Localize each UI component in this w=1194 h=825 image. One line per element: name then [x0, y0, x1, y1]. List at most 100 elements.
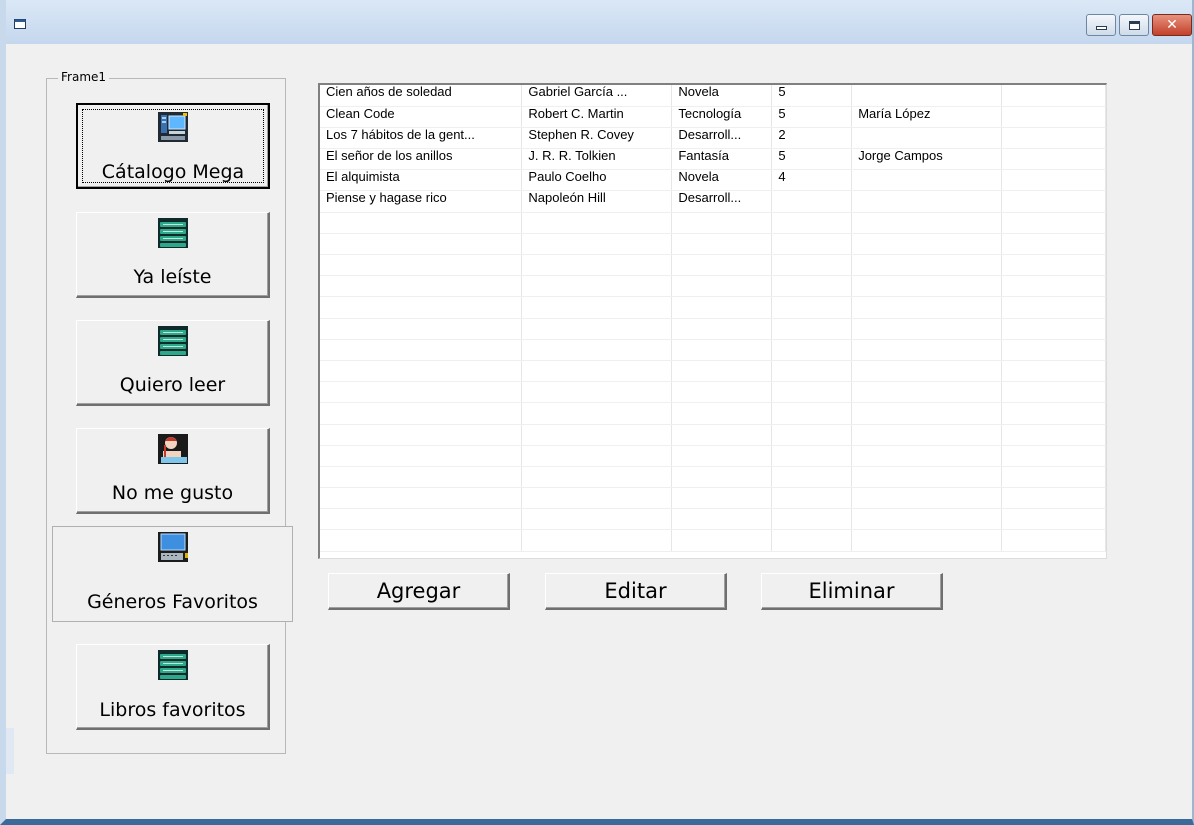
- catalogo-mega-button[interactable]: Cátalogo Mega: [76, 103, 270, 189]
- table-cell[interactable]: Clean Code: [320, 106, 523, 128]
- table-row[interactable]: [320, 296, 1106, 319]
- table-cell[interactable]: [671, 318, 773, 340]
- title-bar[interactable]: ✕: [6, 0, 1192, 44]
- table-cell[interactable]: [521, 275, 673, 298]
- table-row[interactable]: Piense y hagase rico Napoleón Hill Desarro…: [320, 190, 1106, 213]
- table-cell[interactable]: [320, 275, 523, 298]
- table-cell[interactable]: [1001, 190, 1106, 213]
- table-cell[interactable]: [771, 424, 853, 446]
- table-row[interactable]: [320, 508, 1106, 531]
- table-cell[interactable]: [851, 275, 1003, 298]
- editar-button[interactable]: Editar: [545, 573, 727, 610]
- table-cell[interactable]: [851, 445, 1003, 467]
- table-cell[interactable]: [771, 466, 853, 489]
- table-cell[interactable]: [671, 254, 773, 277]
- table-cell[interactable]: El alquimista: [320, 169, 523, 192]
- table-cell[interactable]: [771, 190, 853, 213]
- table-cell[interactable]: [320, 508, 523, 531]
- table-cell[interactable]: [1001, 381, 1106, 404]
- table-row[interactable]: [320, 529, 1106, 552]
- eliminar-button[interactable]: Eliminar: [761, 573, 943, 610]
- table-cell[interactable]: Gabriel García ...: [521, 85, 673, 107]
- table-cell[interactable]: [1001, 169, 1106, 192]
- minimize-button[interactable]: [1086, 14, 1116, 36]
- table-cell[interactable]: Piense y hagase rico: [320, 190, 523, 213]
- table-row[interactable]: [320, 381, 1106, 404]
- table-cell[interactable]: [851, 529, 1003, 552]
- table-cell[interactable]: [851, 169, 1003, 192]
- table-row[interactable]: [320, 275, 1106, 298]
- table-cell[interactable]: [1001, 402, 1106, 425]
- table-cell[interactable]: [671, 508, 773, 531]
- table-row[interactable]: [320, 339, 1106, 361]
- table-cell[interactable]: [771, 508, 853, 531]
- table-cell[interactable]: [521, 445, 673, 467]
- table-cell[interactable]: [521, 233, 673, 256]
- table-cell[interactable]: [671, 445, 773, 467]
- table-cell[interactable]: Robert C. Martin: [521, 106, 673, 128]
- table-cell[interactable]: J. R. R. Tolkien: [521, 148, 673, 171]
- table-cell[interactable]: [851, 254, 1003, 277]
- table-cell[interactable]: [771, 360, 853, 383]
- table-cell[interactable]: [771, 254, 853, 277]
- table-cell[interactable]: [851, 233, 1003, 256]
- table-cell[interactable]: [851, 381, 1003, 404]
- table-cell[interactable]: [1001, 424, 1106, 446]
- table-cell[interactable]: [521, 487, 673, 510]
- generos-favoritos-button[interactable]: Géneros Favoritos: [52, 526, 293, 622]
- table-cell[interactable]: [320, 360, 523, 383]
- table-row[interactable]: Los 7 hábitos de la gent... Stephen R. Co…: [320, 127, 1106, 150]
- table-cell[interactable]: [521, 360, 673, 383]
- table-cell[interactable]: [521, 402, 673, 425]
- table-cell[interactable]: [771, 529, 853, 552]
- table-cell[interactable]: [521, 296, 673, 319]
- table-cell[interactable]: [671, 212, 773, 234]
- maximize-button[interactable]: [1119, 14, 1149, 36]
- table-row[interactable]: El alquimista Paulo Coelho Novela 4: [320, 169, 1106, 192]
- table-cell[interactable]: María López: [851, 106, 1003, 128]
- libros-favoritos-button[interactable]: Libros favoritos: [76, 644, 270, 730]
- table-cell[interactable]: [1001, 296, 1106, 319]
- table-cell[interactable]: [521, 381, 673, 404]
- table-cell[interactable]: [771, 275, 853, 298]
- table-row[interactable]: El señor de los anillos J. R. R. Tolkien F…: [320, 148, 1106, 171]
- quiero-leer-button[interactable]: Quiero leer: [76, 320, 270, 406]
- agregar-button[interactable]: Agregar: [328, 573, 510, 610]
- table-cell[interactable]: 5: [771, 106, 853, 128]
- table-cell[interactable]: [851, 360, 1003, 383]
- table-cell[interactable]: Fantasía: [671, 148, 773, 171]
- table-cell[interactable]: [1001, 212, 1106, 234]
- table-cell[interactable]: [1001, 233, 1106, 256]
- table-cell[interactable]: [320, 445, 523, 467]
- table-cell[interactable]: [851, 212, 1003, 234]
- table-cell[interactable]: [671, 381, 773, 404]
- table-cell[interactable]: [320, 466, 523, 489]
- table-cell[interactable]: [1001, 487, 1106, 510]
- table-cell[interactable]: [320, 296, 523, 319]
- table-cell[interactable]: [851, 424, 1003, 446]
- table-cell[interactable]: [671, 529, 773, 552]
- table-cell[interactable]: [671, 296, 773, 319]
- table-cell[interactable]: [320, 212, 523, 234]
- table-cell[interactable]: [851, 190, 1003, 213]
- table-cell[interactable]: Novela: [671, 169, 773, 192]
- table-row[interactable]: [320, 233, 1106, 256]
- table-cell[interactable]: Tecnología: [671, 106, 773, 128]
- table-cell[interactable]: [851, 339, 1003, 361]
- table-cell[interactable]: Cien años de soledad: [320, 85, 523, 107]
- table-cell[interactable]: [320, 233, 523, 256]
- table-cell[interactable]: Paulo Coelho: [521, 169, 673, 192]
- table-cell[interactable]: [771, 339, 853, 361]
- table-cell[interactable]: [671, 360, 773, 383]
- table-cell[interactable]: [320, 318, 523, 340]
- table-cell[interactable]: Stephen R. Covey: [521, 127, 673, 150]
- books-grid[interactable]: Cien años de soledad Gabriel García ... No…: [318, 83, 1107, 559]
- table-cell[interactable]: [320, 381, 523, 404]
- table-cell[interactable]: 5: [771, 148, 853, 171]
- table-cell[interactable]: [1001, 106, 1106, 128]
- table-row[interactable]: [320, 466, 1106, 489]
- table-cell[interactable]: [851, 85, 1003, 107]
- table-cell[interactable]: [671, 233, 773, 256]
- table-cell[interactable]: [771, 318, 853, 340]
- table-cell[interactable]: [771, 212, 853, 234]
